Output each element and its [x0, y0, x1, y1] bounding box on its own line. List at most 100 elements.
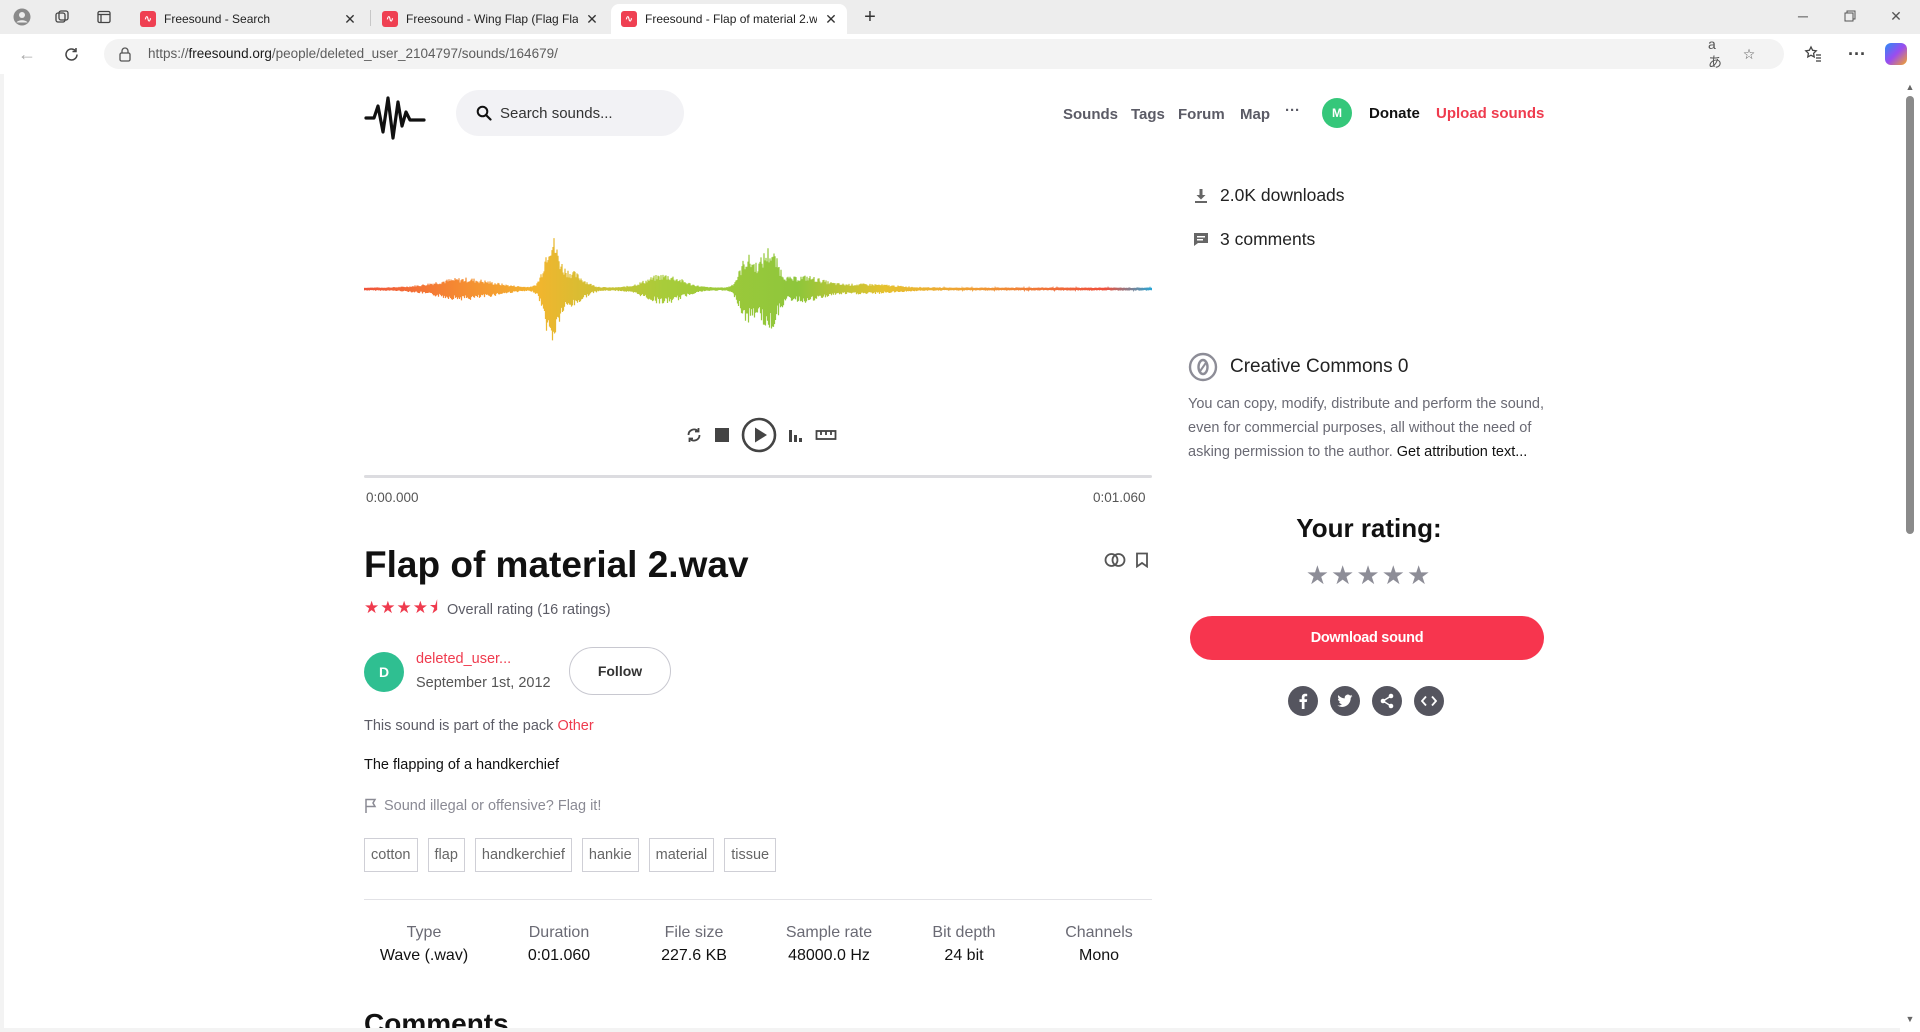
download-sound-button[interactable]: Download sound [1190, 616, 1544, 660]
nav-more-icon[interactable]: ··· [1285, 102, 1300, 119]
tab-wing-flap[interactable]: ∿ Freesound - Wing Flap (Flag Flapp ✕ [372, 4, 608, 34]
facebook-icon[interactable] [1288, 686, 1318, 716]
meta-duration: Duration 0:01.060 [527, 924, 591, 964]
share-icon[interactable] [1372, 686, 1402, 716]
meta-type: Type Wave (.wav) [379, 924, 469, 964]
license-title: Creative Commons 0 [1188, 352, 1408, 382]
close-tab-icon[interactable]: ✕ [342, 11, 358, 28]
tag-list: cotton flap handkerchief hankie material… [364, 838, 777, 872]
tag-hankie[interactable]: hankie [581, 838, 639, 872]
comments-count[interactable]: 3 comments [1192, 229, 1315, 250]
playback-progress-bar[interactable] [364, 475, 1152, 478]
scrollbar-thumb[interactable] [1906, 96, 1914, 534]
your-rating-heading: Your rating: [1296, 513, 1442, 543]
close-window-icon[interactable]: ✕ [1886, 6, 1906, 26]
waveform-path [364, 238, 1152, 341]
stop-icon[interactable] [713, 426, 731, 444]
refresh-icon[interactable] [60, 43, 82, 65]
tab-flap-of-material[interactable]: ∿ Freesound - Flap of material 2.wa ✕ [611, 4, 847, 34]
meta-channels: Channels Mono [1065, 924, 1133, 964]
flag-icon [365, 798, 377, 813]
freesound-favicon-icon: ∿ [621, 11, 637, 27]
uploader-name[interactable]: deleted_user... [416, 651, 511, 667]
license-text: You can copy, modify, distribute and per… [1188, 396, 1544, 460]
upload-date: September 1st, 2012 [416, 675, 551, 691]
upload-sounds-link[interactable]: Upload sounds [1436, 105, 1544, 122]
restore-icon[interactable] [1840, 6, 1860, 26]
favorite-star-icon[interactable]: ☆ [1740, 45, 1758, 63]
donate-link[interactable]: Donate [1369, 105, 1420, 122]
similar-sounds-icon[interactable] [1104, 552, 1126, 573]
tag-flap[interactable]: flap [427, 838, 465, 872]
rating-text: Overall rating (16 ratings) [446, 601, 611, 618]
flag-sound-link[interactable]: Sound illegal or offensive? Flag it! [364, 798, 601, 814]
play-icon[interactable] [741, 417, 777, 453]
search-icon [476, 105, 492, 121]
url-text[interactable]: https://freesound.org/people/deleted_use… [148, 46, 558, 61]
copilot-icon[interactable] [1885, 43, 1907, 65]
twitter-icon[interactable] [1330, 686, 1360, 716]
comment-icon [1192, 231, 1210, 249]
download-icon [1192, 187, 1210, 205]
sound-description: The flapping of a handkerchief [364, 757, 560, 773]
back-icon[interactable]: ← [16, 43, 38, 65]
tag-tissue[interactable]: tissue [724, 838, 777, 872]
player-controls [685, 417, 837, 453]
nav-map[interactable]: Map [1240, 106, 1270, 123]
tag-handkerchief[interactable]: handkerchief [474, 838, 572, 872]
tag-material[interactable]: material [648, 838, 715, 872]
sound-title: Flap of material 2.wav [364, 544, 749, 585]
user-avatar[interactable]: M [1322, 98, 1352, 128]
new-tab-icon[interactable]: + [858, 5, 882, 29]
rating-stars: ★★★★⯨ [364, 598, 439, 617]
follow-button[interactable]: Follow [569, 647, 671, 695]
freesound-favicon-icon: ∿ [382, 11, 398, 27]
pack-link[interactable]: Other [557, 718, 593, 734]
total-time: 0:01.060 [1093, 490, 1146, 505]
ruler-icon[interactable] [815, 428, 837, 442]
spectrogram-icon[interactable] [787, 426, 805, 444]
tag-cotton[interactable]: cotton [364, 838, 418, 872]
scroll-up-icon[interactable]: ▲ [1905, 82, 1915, 92]
nav-forum[interactable]: Forum [1178, 106, 1225, 123]
meta-sample-rate: Sample rate 48000.0 Hz [785, 924, 873, 964]
freesound-favicon-icon: ∿ [140, 11, 156, 27]
tab-actions-icon[interactable] [94, 7, 114, 27]
nav-tags[interactable]: Tags [1131, 106, 1165, 123]
current-time: 0:00.000 [366, 490, 419, 505]
profile-icon[interactable] [12, 7, 32, 27]
downloads-count: 2.0K downloads [1192, 185, 1345, 206]
close-tab-icon[interactable]: ✕ [584, 11, 600, 28]
nav-sounds[interactable]: Sounds [1063, 106, 1118, 123]
translate-icon[interactable]: aあ [1708, 36, 1726, 70]
tab-separator [370, 10, 371, 26]
freesound-logo-icon[interactable] [364, 92, 426, 142]
meta-bit-depth: Bit depth 24 bit [932, 924, 996, 964]
attribution-link[interactable]: Get attribution text... [1397, 444, 1528, 460]
creative-commons-zero-icon [1188, 352, 1218, 382]
workspaces-icon[interactable] [52, 7, 72, 27]
loop-icon[interactable] [685, 426, 703, 444]
search-input[interactable]: Search sounds... [456, 90, 684, 136]
close-tab-icon[interactable]: ✕ [823, 11, 839, 28]
tab-freesound-search[interactable]: ∿ Freesound - Search ✕ [130, 4, 366, 34]
your-rating-stars[interactable]: ★★★★★ [1188, 560, 1550, 591]
bookmark-icon[interactable] [1135, 552, 1149, 573]
url-field[interactable]: https://freesound.org/people/deleted_use… [104, 36, 1784, 70]
uploader-avatar[interactable]: D [364, 652, 404, 692]
embed-icon[interactable] [1414, 686, 1444, 716]
comments-heading: Comments [364, 1008, 509, 1028]
waveform[interactable] [364, 224, 1152, 354]
favorites-icon[interactable] [1802, 43, 1824, 65]
browser-tab-bar: ∿ Freesound - Search ✕ ∿ Freesound - Win… [0, 0, 1920, 34]
meta-file-size: File size 227.6 KB [661, 924, 727, 964]
scroll-down-icon[interactable]: ▼ [1905, 1014, 1915, 1024]
lock-icon[interactable] [118, 46, 134, 62]
minimize-icon[interactable]: ─ [1793, 6, 1813, 26]
settings-more-icon[interactable]: ··· [1846, 43, 1868, 65]
page-viewport: Search sounds... Sounds Tags Forum Map ·… [4, 74, 1900, 1028]
pack-info: This sound is part of the pack Other [364, 718, 594, 734]
browser-address-bar: ← https://freesound.org/people/deleted_u… [0, 34, 1920, 74]
divider [364, 899, 1152, 900]
page-scrollbar[interactable]: ▲ ▼ [1900, 74, 1920, 1032]
